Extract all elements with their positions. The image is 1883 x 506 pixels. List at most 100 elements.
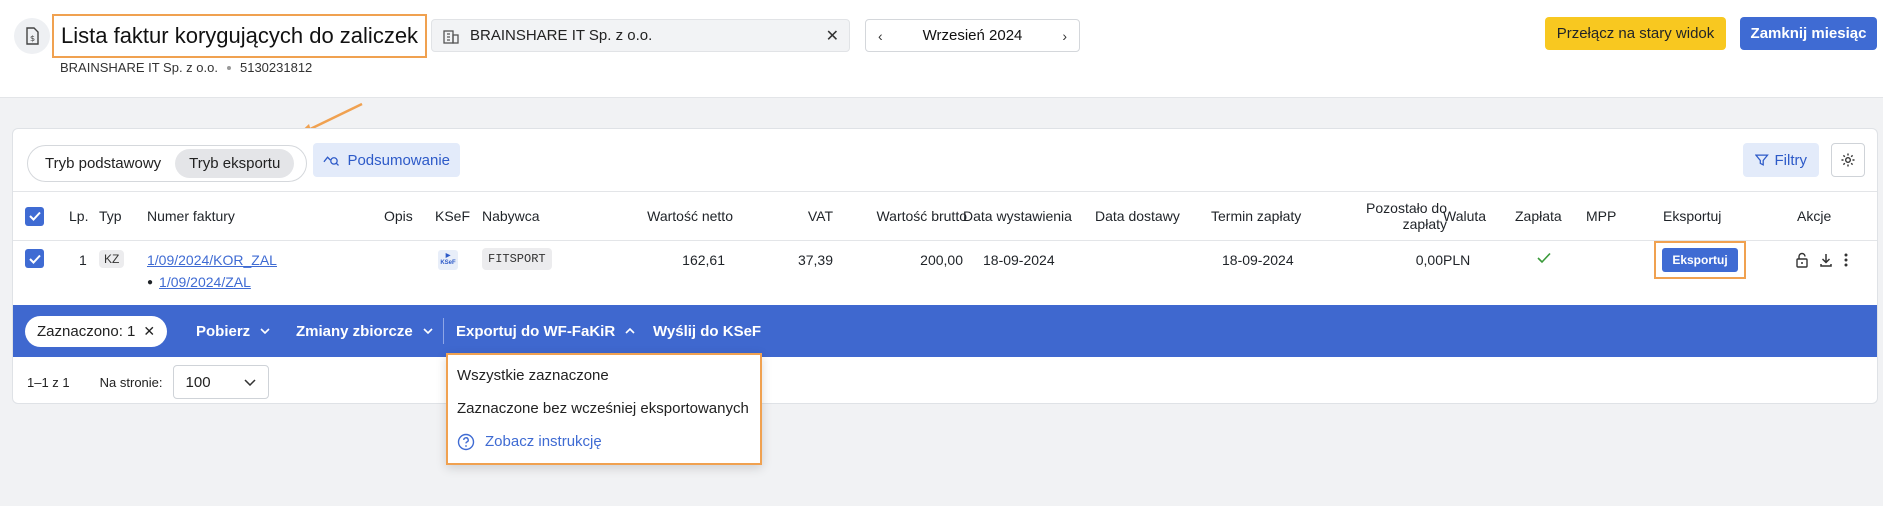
- row-numer-cell: 1/09/2024/KOR_ZAL: [147, 249, 277, 271]
- col-zaplata[interactable]: Zapłata: [1515, 192, 1562, 240]
- col-brutto[interactable]: Wartość brutto: [843, 192, 967, 240]
- download-menu-label: Pobierz: [196, 322, 251, 340]
- ksef-status-label: KSeF: [440, 260, 456, 266]
- related-invoice-link[interactable]: 1/09/2024/ZAL: [159, 274, 251, 290]
- mode-toggle: Tryb podstawowy Tryb eksportu: [27, 145, 307, 182]
- help-circle-icon: [457, 433, 475, 450]
- summary-label: Podsumowanie: [347, 151, 450, 169]
- row-brutto: 200,00: [920, 252, 963, 268]
- summary-button[interactable]: Podsumowanie: [313, 143, 460, 177]
- chevron-down-icon: [423, 328, 433, 334]
- filters-label: Filtry: [1774, 151, 1808, 169]
- export-not-exported-item[interactable]: Zaznaczone bez wcześniej eksportowanych: [448, 392, 760, 425]
- row-pozostalo: 0,00: [1415, 252, 1443, 268]
- col-akcje: Akcje: [1797, 208, 1832, 224]
- page-title: Lista faktur korygujących do zaliczek: [61, 23, 419, 48]
- company-name: BRAINSHARE IT Sp. z o.o.: [60, 60, 218, 75]
- per-page-select[interactable]: 100: [172, 365, 269, 399]
- row-netto: 162,61: [682, 252, 725, 268]
- buyer-badge: FITSPORT: [482, 248, 552, 270]
- col-termin[interactable]: Termin zapłaty: [1211, 192, 1301, 240]
- instructions-label: Zobacz instrukcję: [485, 433, 602, 450]
- per-page-value: 100: [185, 373, 211, 391]
- paid-check-icon: [1537, 249, 1551, 267]
- mode-export-option[interactable]: Tryb eksportu: [175, 149, 295, 178]
- ksef-status-icon[interactable]: ▶ KSeF: [438, 250, 458, 270]
- row-actions: [1795, 251, 1849, 269]
- send-ksef-button[interactable]: Wyślij do KSeF: [653, 305, 761, 357]
- filter-icon: [1755, 154, 1769, 166]
- export-wf-dropdown: Wszystkie zaznaczone Zaznaczone bez wcze…: [446, 353, 762, 465]
- col-netto[interactable]: Wartość netto: [603, 192, 733, 240]
- download-menu[interactable]: Pobierz: [196, 305, 270, 357]
- company-select-value: BRAINSHARE IT Sp. z o.o.: [470, 27, 653, 44]
- col-mpp[interactable]: MPP: [1586, 192, 1616, 240]
- export-wf-label: Exportuj do WF-FaKiR: [456, 322, 616, 340]
- pagination: 1–1 z 1 Na stronie: 100: [27, 365, 269, 399]
- company-nip: 5130231812: [239, 60, 313, 75]
- company-select[interactable]: BRAINSHARE IT Sp. z o.o. ✕: [431, 19, 850, 52]
- table-settings-button[interactable]: [1831, 143, 1865, 177]
- chevron-down-icon: [244, 378, 256, 386]
- more-options-icon[interactable]: [1843, 252, 1849, 268]
- invoice-type-badge: KZ: [99, 250, 125, 268]
- page-header: $ Lista faktur korygujących do zaliczek …: [0, 0, 1883, 98]
- bulk-actions-bar: Zaznaczono: 1 ✕ Pobierz Zmiany zbiorcze …: [13, 305, 1877, 357]
- bullet-icon: ●: [147, 276, 154, 288]
- page-title-highlight: Lista faktur korygujących do zaliczek: [52, 14, 428, 58]
- selected-count-chip: Zaznaczono: 1 ✕: [25, 316, 168, 347]
- export-all-selected-item[interactable]: Wszystkie zaznaczone: [448, 359, 760, 392]
- row-termin: 18-09-2024: [1222, 252, 1294, 268]
- gear-icon: [1841, 153, 1855, 167]
- table-row[interactable]: 1 KZ 1/09/2024/KOR_ZAL ● 1/09/2024/ZAL ▶…: [13, 241, 1877, 305]
- check-icon: [28, 211, 41, 221]
- check-icon: [28, 254, 41, 264]
- row-lp: 1: [79, 252, 87, 268]
- col-data-dost[interactable]: Data dostawy: [1095, 192, 1180, 240]
- bulk-changes-menu[interactable]: Zmiany zbiorcze: [296, 305, 433, 357]
- export-button-highlight: Eksportuj: [1654, 241, 1746, 279]
- row-checkbox[interactable]: [25, 249, 44, 268]
- col-ksef[interactable]: KSeF: [435, 192, 470, 240]
- filters-button[interactable]: Filtry: [1743, 143, 1819, 177]
- buyer-cell: FITSPORT: [482, 248, 552, 270]
- month-navigator: ‹ Wrzesień 2024 ›: [865, 19, 1080, 52]
- bar-divider: [443, 318, 444, 344]
- col-lp[interactable]: Lp.: [69, 192, 88, 240]
- prev-month-icon[interactable]: ‹: [878, 28, 883, 44]
- related-invoice-cell: ● 1/09/2024/ZAL: [147, 271, 251, 293]
- col-eksportuj: Eksportuj: [1663, 208, 1722, 224]
- invoice-number-link[interactable]: 1/09/2024/KOR_ZAL: [147, 252, 277, 268]
- row-export-button[interactable]: Eksportuj: [1662, 248, 1738, 272]
- col-typ[interactable]: Typ: [99, 192, 122, 240]
- col-nabywca[interactable]: Nabywca: [482, 192, 540, 240]
- unlock-icon[interactable]: [1795, 252, 1809, 268]
- company-info: BRAINSHARE IT Sp. z o.o. 5130231812: [60, 60, 312, 75]
- col-data-wyst[interactable]: Data wystawienia: [963, 192, 1072, 240]
- building-icon: [443, 29, 459, 44]
- ksef-arrow-icon: ▶: [445, 253, 451, 259]
- col-opis[interactable]: Opis: [384, 192, 413, 240]
- col-vat[interactable]: VAT: [773, 192, 833, 240]
- col-numer[interactable]: Numer faktury: [147, 192, 235, 240]
- mode-basic-option[interactable]: Tryb podstawowy: [31, 149, 175, 178]
- bulk-changes-label: Zmiany zbiorcze: [296, 322, 413, 340]
- selected-count: Zaznaczono: 1: [37, 323, 136, 340]
- chevron-up-icon: [625, 328, 635, 334]
- download-icon[interactable]: [1819, 252, 1833, 268]
- next-month-icon[interactable]: ›: [1062, 28, 1067, 44]
- clear-selection-icon[interactable]: ✕: [143, 323, 155, 340]
- col-pozostalo[interactable]: Pozostało do zapłaty: [1333, 192, 1447, 240]
- col-waluta[interactable]: Waluta: [1443, 192, 1486, 240]
- invoice-document-icon: $: [14, 18, 50, 54]
- row-data-wyst: 18-09-2024: [983, 252, 1055, 268]
- ksef-status-cell: ▶ KSeF: [438, 250, 458, 270]
- close-month-button[interactable]: Zamknij miesiąc: [1740, 17, 1877, 50]
- row-type-cell: KZ: [99, 250, 125, 268]
- instructions-item[interactable]: Zobacz instrukcję: [448, 425, 760, 458]
- select-all-checkbox[interactable]: [25, 206, 44, 226]
- svg-text:$: $: [30, 34, 35, 43]
- clear-company-icon[interactable]: ✕: [826, 26, 839, 46]
- switch-old-view-button[interactable]: Przełącz na stary widok: [1545, 17, 1726, 50]
- export-wf-menu[interactable]: Exportuj do WF-FaKiR: [456, 305, 635, 357]
